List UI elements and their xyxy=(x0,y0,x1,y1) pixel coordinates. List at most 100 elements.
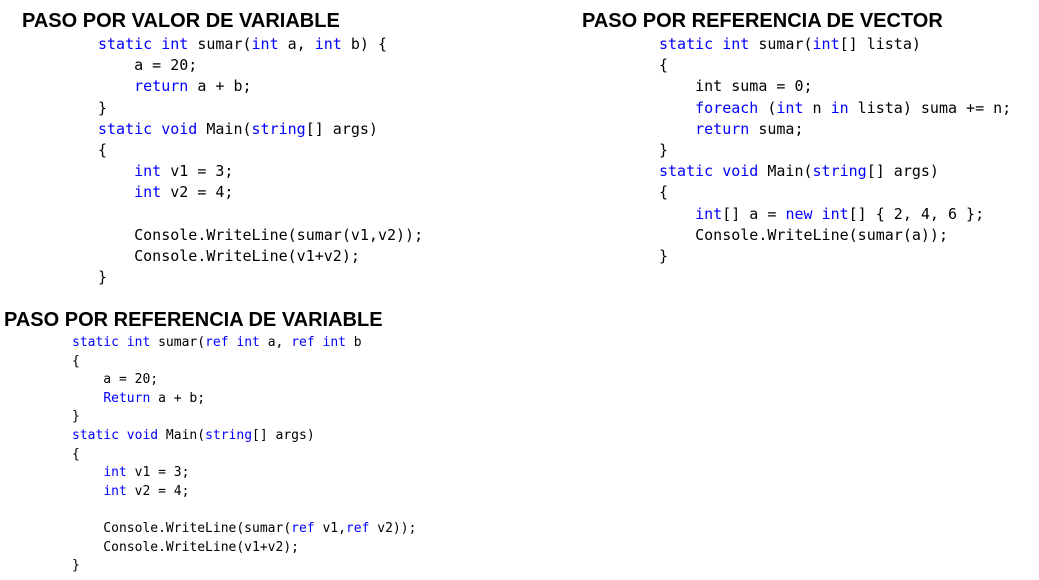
code-keyword: static xyxy=(659,35,714,53)
code-text: Console.WriteLine(v1+v2); xyxy=(72,539,299,555)
code-line: static void Main(string[] args) xyxy=(98,119,423,140)
code-line: { xyxy=(98,140,423,161)
code-keyword: int xyxy=(134,183,162,202)
code-text: } xyxy=(98,98,108,117)
code-keyword: int xyxy=(103,465,127,481)
code-keyword: int xyxy=(161,35,189,53)
code-text: [] a = xyxy=(722,204,786,223)
code-text: v1, xyxy=(314,520,346,536)
code-line: Console.WriteLine(v1+v2); xyxy=(98,246,423,267)
code-line: int v1 = 3; xyxy=(98,161,423,182)
code-text: { xyxy=(98,141,108,160)
code-line: int v2 = 4; xyxy=(98,182,423,203)
code-keyword: int xyxy=(695,204,723,223)
code-text: v2 = 4; xyxy=(126,483,190,499)
code-keyword: return xyxy=(134,77,189,96)
code-text: b) { xyxy=(341,35,387,53)
code-line: { xyxy=(659,55,1011,76)
code-keyword: int xyxy=(134,162,162,181)
code-text: } xyxy=(98,268,108,287)
code-text: v2 = 4; xyxy=(161,183,234,202)
code-line: return suma; xyxy=(659,119,1011,140)
code-text: Console.WriteLine(v1+v2); xyxy=(98,247,360,266)
code-keyword: static xyxy=(98,35,153,53)
code-text: v1 = 3; xyxy=(161,162,234,181)
code-keyword: int xyxy=(126,335,151,350)
code-text: ( xyxy=(758,98,777,117)
code-text: a, xyxy=(278,35,315,53)
code-text: a, xyxy=(259,335,292,350)
code-text: v1 = 3; xyxy=(126,465,190,481)
code-text: Main( xyxy=(158,427,206,443)
code-text: a = 20; xyxy=(72,372,159,388)
code-text: sumar( xyxy=(150,335,206,350)
code-text: int suma = 0; xyxy=(659,77,813,96)
code-keyword: int xyxy=(821,204,849,223)
code-text: } xyxy=(659,141,669,160)
code-text: { xyxy=(659,183,669,202)
code-line: } xyxy=(98,267,423,288)
code-text: } xyxy=(72,558,80,574)
code-line: ​ xyxy=(72,501,416,520)
code-text: a + b; xyxy=(188,77,252,96)
code-keyword: string xyxy=(205,427,253,443)
section-title-paso-por-referencia-vector: PASO POR REFERENCIA DE VECTOR xyxy=(582,10,943,32)
code-block-paso-por-referencia-vector: static int sumar(int[] lista){ int suma … xyxy=(659,34,1011,267)
code-block-paso-por-referencia-variable: static int sumar( ref int a, ref int b { a… xyxy=(72,334,416,576)
code-line: static void Main(string[] args) xyxy=(72,427,416,446)
code-keyword: void xyxy=(722,162,759,181)
code-line: int v1 = 3; xyxy=(72,464,416,483)
code-text: [] { 2, 4, 6 }; xyxy=(848,204,985,223)
code-keyword: void xyxy=(126,427,159,443)
code-keyword: ref xyxy=(345,520,370,536)
code-line: } xyxy=(72,557,416,576)
code-keyword: int xyxy=(322,335,346,350)
code-keyword: ref xyxy=(291,335,315,350)
code-line: a = 20; xyxy=(98,55,423,76)
code-line: { xyxy=(72,446,416,465)
code-text: Main( xyxy=(197,119,252,138)
code-text: Console.WriteLine(sumar(a)); xyxy=(659,225,948,244)
code-text: sumar( xyxy=(188,35,252,53)
code-keyword: static xyxy=(72,427,119,443)
code-line: foreach (int n in lista) suma += n; xyxy=(659,98,1011,119)
code-text: b xyxy=(345,335,362,350)
code-text: a = 20; xyxy=(98,56,198,75)
code-keyword: in xyxy=(830,98,849,117)
code-keyword: int xyxy=(776,98,804,117)
code-block-paso-por-valor: static int sumar(int a, int b) { a = 20;… xyxy=(98,34,423,288)
code-line: { xyxy=(659,182,1011,203)
code-keyword: static xyxy=(659,162,714,181)
code-line: Return a + b; xyxy=(72,390,416,409)
code-text: lista) suma += n; xyxy=(848,98,1012,117)
code-keyword: static xyxy=(98,119,153,138)
code-keyword: Return xyxy=(103,390,151,406)
code-text: sumar( xyxy=(749,35,813,53)
code-line: a = 20; xyxy=(72,371,416,390)
code-text: { xyxy=(659,56,669,75)
code-line: static int sumar(ref int a, ref int b xyxy=(72,334,416,353)
code-keyword: string xyxy=(251,119,306,138)
code-line: Console.WriteLine(sumar(v1,v2)); xyxy=(98,225,423,246)
code-line: Console.WriteLine(v1+v2); xyxy=(72,539,416,558)
code-line: static int sumar(int a, int b) { xyxy=(98,34,423,55)
code-text: Main( xyxy=(758,162,813,181)
section-title-paso-por-referencia-variable: PASO POR REFERENCIA DE VARIABLE xyxy=(4,309,383,331)
code-line: int v2 = 4; xyxy=(72,483,416,502)
code-keyword: foreach xyxy=(695,98,759,117)
code-text: n xyxy=(803,98,831,117)
code-text: } xyxy=(72,409,80,425)
code-text: a + b; xyxy=(150,390,206,406)
code-text: Console.WriteLine(sumar(v1,v2)); xyxy=(98,225,424,244)
code-text: [] args) xyxy=(252,427,315,443)
code-keyword: int xyxy=(236,335,260,350)
code-text: [] args) xyxy=(305,119,378,138)
